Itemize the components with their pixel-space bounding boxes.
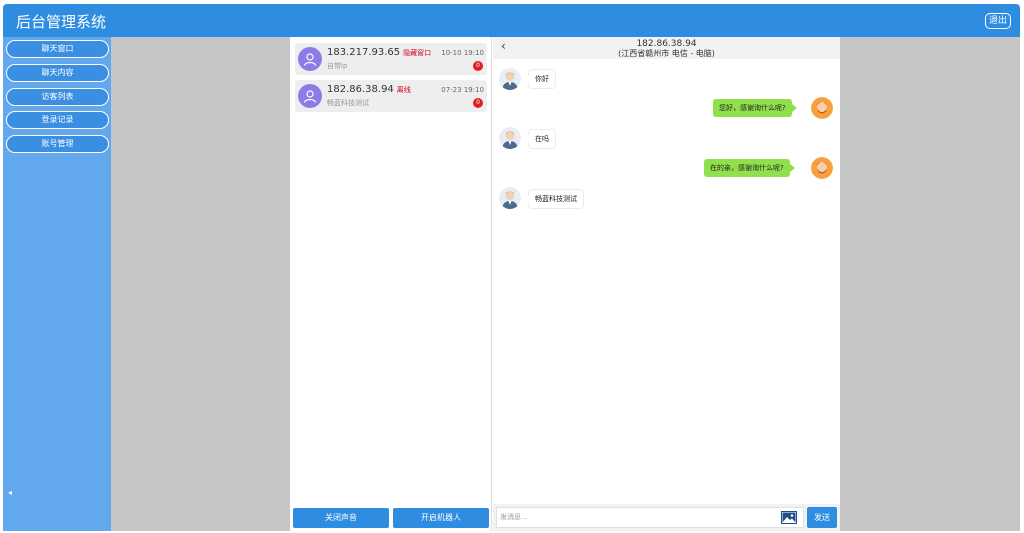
conversation-list: 183.217.93.65 隐藏窗口 自带ip 10-10 19:10 0 182… xyxy=(290,37,492,531)
mute-sound-button[interactable]: 关闭声音 xyxy=(293,508,389,528)
unread-badge: 0 xyxy=(473,98,483,108)
top-header: 后台管理系统 退出 xyxy=(3,4,1020,37)
agent-avatar-icon xyxy=(811,157,833,179)
collapse-sidebar-icon[interactable]: ◂ xyxy=(8,488,18,498)
left-gutter xyxy=(111,37,290,531)
conversation-time: 07-23 19:10 xyxy=(441,86,484,94)
image-upload-icon[interactable] xyxy=(781,511,797,524)
chat-panel: ‹ 182.86.38.94 (江西省赣州市 电信 - 电脑) 你好 您好，感谢… xyxy=(493,37,840,531)
conversation-item[interactable]: 182.86.38.94 离线 畅蓝科技测试 07-23 19:10 0 xyxy=(295,80,487,112)
sidebar-item-login-records[interactable]: 登录记录 xyxy=(6,111,109,129)
chat-visitor-location: (江西省赣州市 电信 - 电脑) xyxy=(618,49,715,58)
visitor-avatar-icon xyxy=(499,127,521,149)
unread-badge: 0 xyxy=(473,61,483,71)
conversation-subtitle: 畅蓝科技测试 xyxy=(327,99,369,107)
message-bubble: 您好，感谢询什么呢? xyxy=(713,99,797,117)
visitor-avatar-icon xyxy=(499,68,521,90)
conversation-item[interactable]: 183.217.93.65 隐藏窗口 自带ip 10-10 19:10 0 xyxy=(295,43,487,75)
user-avatar-icon xyxy=(298,47,322,71)
logout-button[interactable]: 退出 xyxy=(984,13,1011,29)
sidebar-item-chat-window[interactable]: 聊天窗口 xyxy=(6,40,109,58)
conversation-status-tag: 隐藏窗口 xyxy=(403,49,432,57)
conversation-status-tag: 离线 xyxy=(396,86,411,94)
conversation-time: 10-10 19:10 xyxy=(441,49,484,57)
message-bubble: 你好 xyxy=(524,70,555,88)
enable-robot-button[interactable]: 开启机器人 xyxy=(393,508,489,528)
conversation-subtitle: 自带ip xyxy=(327,62,348,70)
agent-avatar-icon xyxy=(811,97,833,119)
sidebar-item-account-management[interactable]: 账号管理 xyxy=(6,135,109,153)
message-input[interactable]: 发消息... xyxy=(496,507,804,528)
app-title: 后台管理系统 xyxy=(16,13,107,31)
send-button[interactable]: 发送 xyxy=(807,507,837,528)
sidebar: 聊天窗口 聊天内容 访客列表 登录记录 账号管理 ◂ xyxy=(3,37,111,531)
sidebar-item-chat-content[interactable]: 聊天内容 xyxy=(6,64,109,82)
message-bubble: 畅蓝科技测试 xyxy=(524,190,583,208)
sidebar-item-visitor-list[interactable]: 访客列表 xyxy=(6,88,109,106)
message-input-placeholder: 发消息... xyxy=(500,513,528,521)
message-input-bar: 发消息... 发送 xyxy=(493,504,840,531)
right-gutter xyxy=(840,37,1020,531)
chat-header: ‹ 182.86.38.94 (江西省赣州市 电信 - 电脑) xyxy=(493,37,840,59)
conversation-ip: 182.86.38.94 离线 xyxy=(327,84,411,95)
message-bubble: 在吗 xyxy=(524,130,555,148)
visitor-avatar-icon xyxy=(499,187,521,209)
user-avatar-icon xyxy=(298,84,322,108)
message-bubble: 在的亲，感谢询什么呢? xyxy=(704,159,795,177)
conversation-ip: 183.217.93.65 隐藏窗口 xyxy=(327,47,432,58)
